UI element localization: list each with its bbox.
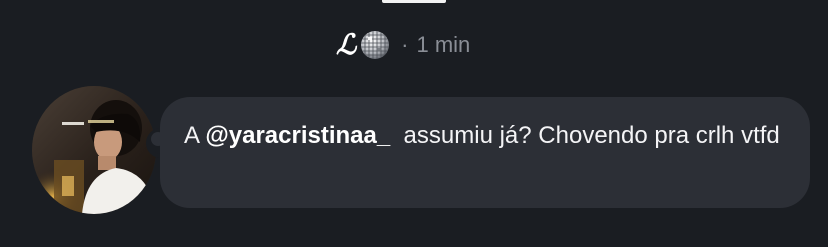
comment-text: A @yaracristinaa_ assumiu já? Chovendo p… (184, 120, 786, 151)
comment-meta-row: ℒ · 1 min (336, 27, 470, 63)
comment-body: assumiu já? Chovendo pra crlh vtfd (390, 122, 780, 149)
disco-ball-icon (359, 29, 391, 61)
comment-bubble[interactable]: A @yaracristinaa_ assumiu já? Chovendo p… (160, 97, 810, 208)
mention-link[interactable]: @yaracristinaa_ (205, 122, 390, 149)
comment-screen: ℒ · 1 min A @yaracristinaa_ assumiu já? … (0, 0, 828, 247)
comment-timestamp: 1 min (416, 32, 471, 57)
comment-prefix: A (184, 122, 206, 149)
author-name[interactable]: ℒ (336, 31, 356, 59)
meta-separator: · (401, 32, 409, 57)
avatar[interactable] (32, 86, 156, 214)
top-handle-bar (382, 0, 446, 3)
